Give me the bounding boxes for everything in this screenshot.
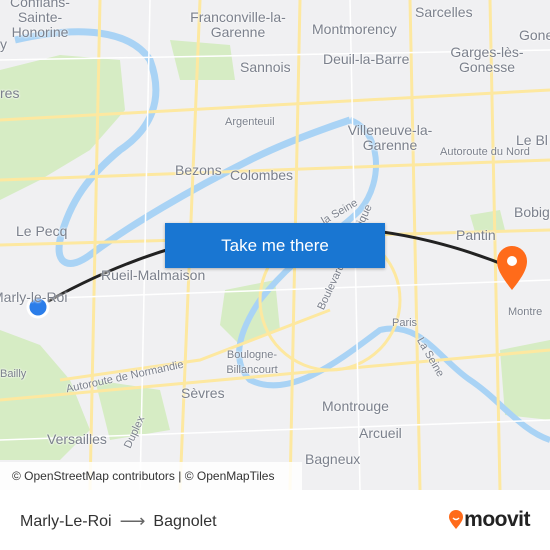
- map-label: y: [0, 36, 7, 52]
- map-label: Conflans-Sainte-Honorine: [10, 0, 70, 40]
- map-label: Sannois: [240, 59, 291, 75]
- map-label: Pantin: [456, 227, 496, 243]
- destination-name: Bagnolet: [153, 512, 217, 530]
- take-me-there-button[interactable]: Take me there: [165, 223, 385, 268]
- map-label: Versailles: [47, 431, 107, 447]
- map-label: Sarcelles: [415, 4, 473, 20]
- map-label: Rueil-Malmaison: [101, 267, 206, 283]
- map-label: Argenteuil: [225, 116, 275, 128]
- map-label: Arcueil: [359, 425, 402, 441]
- map-label: Bezons: [175, 162, 222, 178]
- moovit-pin-icon: [449, 510, 464, 529]
- map-label: Garges-lès-Gonesse: [450, 44, 524, 75]
- origin-name: Marly-Le-Roi: [20, 512, 112, 530]
- footer: Marly-Le-Roi ⟶ Bagnolet moovit: [0, 490, 550, 550]
- map-label: Montrouge: [322, 398, 389, 414]
- moovit-logo[interactable]: moovit: [448, 508, 530, 532]
- map-label: Bailly: [0, 368, 27, 380]
- map-label: Paris: [392, 317, 418, 329]
- map-label: res: [0, 85, 20, 101]
- map-label: Montmorency: [312, 21, 397, 37]
- map-label: Bagneux: [305, 451, 361, 467]
- map[interactable]: Conflans-Sainte-Honorine Franconville-la-…: [0, 0, 550, 490]
- map-label: Deuil-la-Barre: [323, 51, 410, 67]
- map-label: Marly-le-Roi: [0, 289, 68, 305]
- map-label: Bobig: [514, 204, 550, 220]
- map-label: Le Pecq: [16, 223, 68, 239]
- map-label: Boulogne-Billancourt: [226, 349, 278, 376]
- map-label: Villeneuve-la-Garenne: [347, 122, 433, 153]
- destination-pin-icon: [497, 246, 527, 290]
- map-label: Sèvres: [181, 385, 225, 401]
- map-label: Franconville-la-Garenne: [190, 9, 286, 40]
- map-label: Gone: [519, 27, 550, 43]
- map-label: Montre: [508, 306, 543, 318]
- route-title: Marly-Le-Roi ⟶ Bagnolet: [20, 511, 217, 532]
- map-label: Le Bl: [516, 132, 548, 148]
- map-attribution[interactable]: © OpenStreetMap contributors | © OpenMap…: [0, 462, 302, 490]
- arrow-right-icon: ⟶: [119, 511, 146, 531]
- map-label: Colombes: [230, 167, 294, 183]
